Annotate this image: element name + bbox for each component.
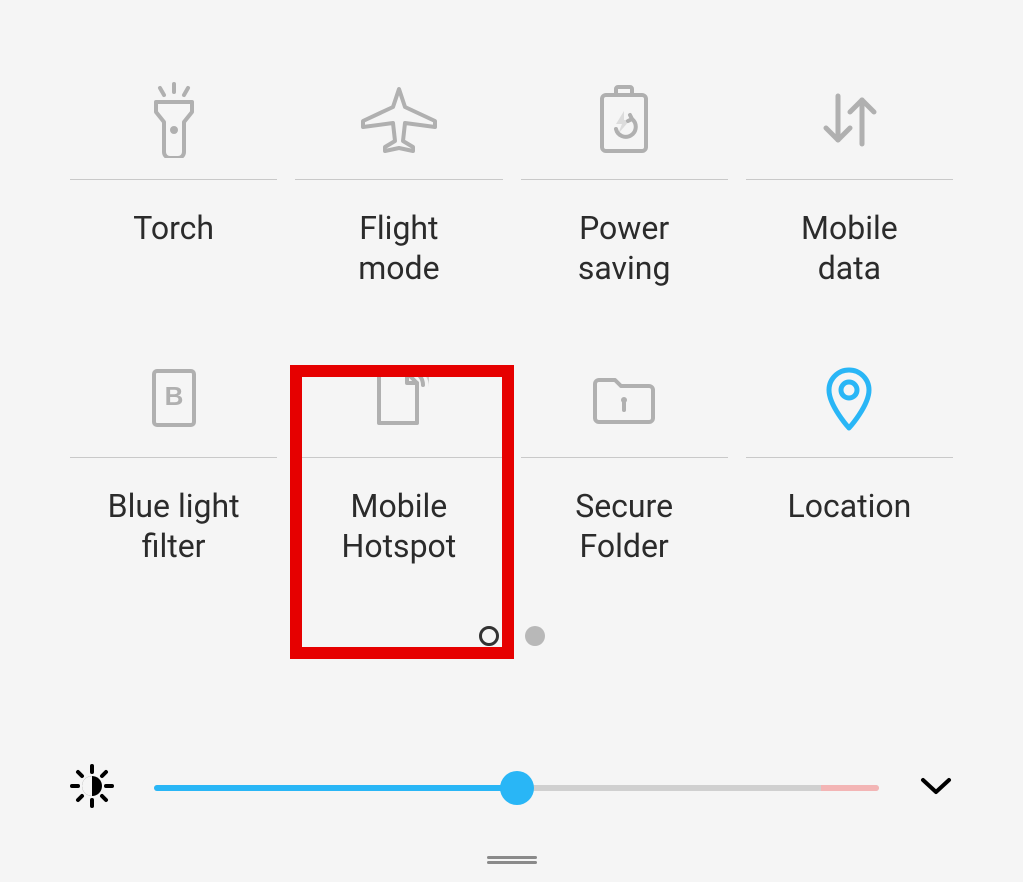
mobile-hotspot-label: Mobile Hotspot — [342, 486, 457, 566]
page-dot-1[interactable] — [479, 626, 499, 646]
location-tile[interactable]: Location — [746, 338, 953, 566]
brightness-control — [70, 764, 953, 812]
brightness-icon — [70, 764, 114, 812]
battery-recycle-icon — [521, 60, 728, 180]
secure-folder-icon — [521, 338, 728, 458]
torch-tile[interactable]: Torch — [70, 60, 277, 288]
airplane-icon — [295, 60, 502, 180]
torch-icon — [70, 60, 277, 180]
quick-settings-grid: Torch Flight mode Power saving — [0, 0, 1023, 566]
blue-light-icon: B — [70, 338, 277, 458]
location-pin-icon — [746, 338, 953, 458]
data-arrows-icon — [746, 60, 953, 180]
panel-drag-handle[interactable] — [487, 856, 537, 864]
mobile-data-label: Mobile data — [801, 208, 898, 288]
brightness-slider[interactable] — [154, 773, 879, 803]
hotspot-icon — [295, 338, 502, 458]
page-dot-2[interactable] — [525, 626, 545, 646]
page-indicator[interactable] — [0, 626, 1023, 646]
power-saving-tile[interactable]: Power saving — [521, 60, 728, 288]
mobile-data-tile[interactable]: Mobile data — [746, 60, 953, 288]
power-saving-label: Power saving — [578, 208, 671, 288]
mobile-hotspot-tile[interactable]: Mobile Hotspot — [295, 338, 502, 566]
flight-mode-tile[interactable]: Flight mode — [295, 60, 502, 288]
torch-label: Torch — [133, 208, 214, 248]
secure-folder-tile[interactable]: Secure Folder — [521, 338, 728, 566]
location-label: Location — [787, 486, 911, 526]
svg-text:B: B — [164, 381, 183, 411]
blue-light-filter-tile[interactable]: B Blue light filter — [70, 338, 277, 566]
expand-chevron-icon[interactable] — [919, 776, 953, 800]
blue-light-label: Blue light filter — [108, 486, 240, 566]
flight-mode-label: Flight mode — [358, 208, 439, 288]
secure-folder-label: Secure Folder — [575, 486, 673, 566]
